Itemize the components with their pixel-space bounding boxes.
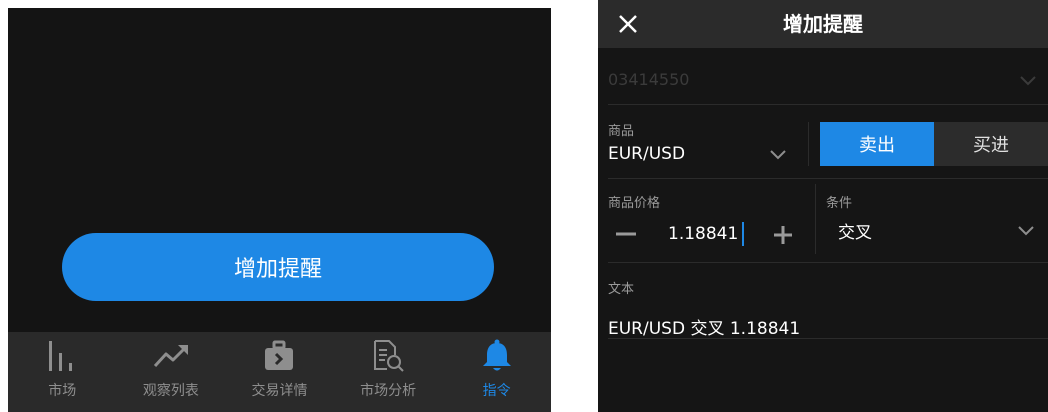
dialog-header: 增加提醒 [598,0,1048,48]
chevron-down-icon[interactable] [1018,70,1038,90]
trend-up-icon [151,336,191,376]
price-label: 商品价格 [608,196,661,211]
divider [608,178,1048,179]
text-label: 文本 [608,282,635,297]
tab-trade-details[interactable]: 交易详情 [225,332,334,412]
sell-button[interactable]: 卖出 [820,122,934,166]
condition-label: 条件 [826,196,853,211]
tab-market-analysis-label: 市场分析 [360,383,417,399]
buy-button[interactable]: 买进 [934,122,1048,166]
plus-icon[interactable] [772,224,794,246]
chevron-down-icon[interactable] [1016,220,1036,240]
minus-icon[interactable] [614,226,638,242]
direction-toggle: 卖出 买进 [820,122,1048,166]
tab-market-analysis[interactable]: 市场分析 [334,332,443,412]
product-value[interactable]: EUR/USD [608,144,685,164]
divider [608,262,1048,263]
briefcase-icon [259,336,299,376]
account-selector[interactable]: 03414550 [608,70,689,89]
price-input[interactable]: 1.18841 [668,224,738,244]
text-input[interactable]: EUR/USD 交叉 1.18841 [608,314,800,339]
bell-icon [477,336,517,376]
divider [808,122,809,166]
dialog-title: 增加提醒 [783,12,863,36]
bottom-tab-bar: 市场 观察列表 交易详情 市场分析 指令 [8,332,551,412]
tab-watchlist[interactable]: 观察列表 [117,332,226,412]
product-label: 商品 [608,124,635,139]
document-search-icon [368,336,408,376]
tab-orders[interactable]: 指令 [442,332,551,412]
divider [815,184,816,254]
text-cursor [742,222,744,246]
tab-market-label: 市场 [48,383,77,399]
divider [608,104,1048,105]
bar-chart-icon [42,336,82,376]
divider [608,338,1048,339]
tab-watchlist-label: 观察列表 [142,383,199,399]
condition-value[interactable]: 交叉 [838,218,872,243]
tab-trade-details-label: 交易详情 [251,383,308,399]
tab-market[interactable]: 市场 [8,332,117,412]
add-alert-dialog: 增加提醒 03414550 商品 EUR/USD 卖出 买进 商品价格 1.18… [598,0,1048,412]
close-icon[interactable] [610,6,646,42]
tab-orders-label: 指令 [482,383,511,399]
alerts-screen: 增加提醒 市场 观察列表 交易详情 市场分析 指令 [8,8,551,412]
chevron-down-icon[interactable] [768,144,788,164]
add-alert-button[interactable]: 增加提醒 [62,233,494,301]
